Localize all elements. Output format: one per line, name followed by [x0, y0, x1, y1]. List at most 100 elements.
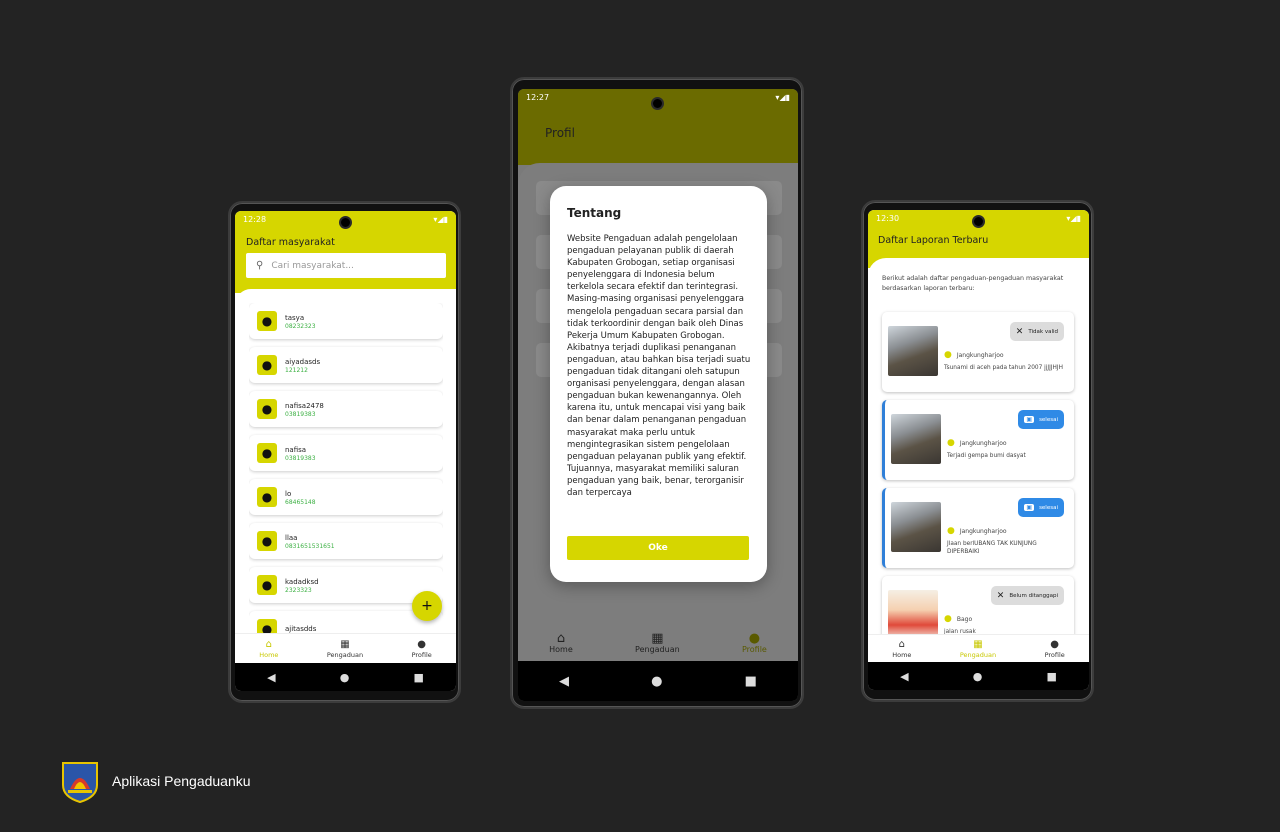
- user-name: nafisa: [285, 445, 307, 454]
- about-dialog: Tentang Website Pengaduan adalah pengelo…: [550, 186, 767, 582]
- list-item[interactable]: ● llaa 0831651531651: [249, 523, 443, 559]
- signal-icon: ▾◢▮: [775, 92, 790, 102]
- nav-profile[interactable]: ● Profile: [741, 630, 767, 654]
- user-avatar-icon: ●: [257, 399, 277, 419]
- location-pin-icon: ●: [944, 614, 952, 624]
- nav-profile-label: Profile: [741, 644, 767, 654]
- dialog-text: Website Pengaduan adalah pengelolaan pen…: [567, 234, 751, 498]
- status-badge: ✕ Tidak valid: [1009, 322, 1064, 341]
- status-badge: ✕ Belum ditanggapi: [990, 586, 1064, 605]
- screen-masyarakat: 12:28 ▾◢▮ Daftar masyarakat ⚲ Cari masya…: [235, 211, 456, 691]
- nav-home[interactable]: ⌂ Home: [259, 639, 278, 659]
- calendar-icon: ▣: [1024, 504, 1035, 511]
- status-label: Tidak valid: [1028, 328, 1058, 335]
- status-badge: ▣ selesai: [1018, 498, 1064, 517]
- report-photo: [888, 590, 938, 634]
- brand-name: Aplikasi Pengaduanku: [112, 773, 251, 789]
- location-label: Bago: [956, 615, 973, 623]
- user-name: nafisa2478: [285, 401, 324, 410]
- bottom-nav: ⌂ Home ▦ Pengaduan ● Profile: [518, 625, 798, 661]
- list-item-text: nafisa2478 03819383: [285, 401, 324, 418]
- location-label: Jangkungharjoo: [959, 439, 1007, 447]
- nav-profile-label: Profile: [411, 650, 432, 659]
- status-label: selesai: [1039, 416, 1058, 423]
- nav-home[interactable]: ⌂ Home: [549, 630, 573, 654]
- user-avatar-icon: ●: [257, 575, 277, 595]
- list-item[interactable]: ● nafisa2478 03819383: [249, 391, 443, 427]
- back-icon[interactable]: ◀: [267, 671, 275, 684]
- phone-profil: 12:27 ▾◢▮ Profil ⌂ Home ▦ Pengaduan ● Profi…: [510, 77, 804, 709]
- nav-profile[interactable]: ● Profile: [1045, 639, 1065, 659]
- home-circle-icon[interactable]: ●: [340, 671, 350, 684]
- user-avatar-icon: ●: [257, 355, 277, 375]
- search-icon: ⚲: [256, 260, 264, 271]
- report-card[interactable]: ▣ selesai ● Jangkungharjoo Terjadi gempa bum…: [882, 400, 1074, 480]
- signal-icon: ▾◢▮: [433, 214, 448, 224]
- location-pin-icon: ●: [947, 526, 955, 536]
- report-location: ● Jangkungharjoo: [944, 350, 1004, 360]
- nav-pengaduan[interactable]: ▦ Pengaduan: [960, 639, 996, 659]
- report-card[interactable]: ✕ Belum ditanggapi ● Bago jalan rusak: [882, 576, 1074, 634]
- home-icon: ⌂: [556, 630, 566, 646]
- grid-icon: ▦: [340, 638, 350, 650]
- nav-home-label: Home: [259, 650, 279, 659]
- user-avatar-icon: ●: [257, 311, 277, 331]
- ok-button[interactable]: Oke: [567, 536, 749, 560]
- home-icon: ⌂: [265, 638, 272, 650]
- nav-profile-label: Profile: [1044, 650, 1065, 659]
- user-phone: 03819383: [285, 454, 316, 462]
- back-icon[interactable]: ◀: [559, 674, 569, 689]
- list-item[interactable]: ● lo 68465148: [249, 479, 443, 515]
- person-icon: ●: [748, 630, 761, 646]
- nav-pengaduan-label: Pengaduan: [635, 644, 680, 654]
- report-desc: Jlaan berlUBANG TAK KUNJUNG DIPERBAIKI: [947, 541, 1037, 555]
- back-icon[interactable]: ◀: [900, 670, 908, 683]
- grid-icon: ▦: [651, 630, 664, 646]
- nav-home-label: Home: [549, 644, 573, 654]
- page-title: Profil: [545, 126, 575, 140]
- person-icon: ●: [417, 638, 427, 650]
- camera-icon: [651, 97, 664, 110]
- report-location: ● Jangkungharjoo: [947, 526, 1007, 536]
- list-item-text: kadadksd 2323323: [285, 577, 319, 594]
- home-icon: ⌂: [898, 638, 905, 650]
- phone-masyarakat: 12:28 ▾◢▮ Daftar masyarakat ⚲ Cari masya…: [228, 201, 461, 703]
- report-card[interactable]: ✕ Tidak valid ● Jangkungharjoo Tsunami di ac…: [882, 312, 1074, 392]
- nav-profile[interactable]: ● Profile: [412, 639, 432, 659]
- add-button[interactable]: +: [412, 591, 442, 621]
- search-input[interactable]: ⚲ Cari masyarakat...: [246, 253, 446, 278]
- system-nav: ◀ ● ■: [235, 663, 456, 691]
- nav-home-label: Home: [892, 650, 912, 659]
- bottom-nav: ⌂ Home ▦ Pengaduan ● Profile: [235, 633, 456, 663]
- brand-logo: [60, 759, 100, 804]
- location-pin-icon: ●: [944, 350, 952, 360]
- status-badge: ▣ selesai: [1018, 410, 1064, 429]
- nav-pengaduan[interactable]: ▦ Pengaduan: [635, 630, 680, 654]
- status-label: selesai: [1039, 504, 1058, 511]
- recents-icon[interactable]: ■: [1047, 670, 1057, 683]
- nav-pengaduan-label: Pengaduan: [959, 650, 997, 659]
- user-phone: 2323323: [285, 586, 312, 594]
- people-list: ● tasya 08232323 ● aiyadasds 121212 ● nafisa247…: [249, 303, 443, 635]
- report-photo: [891, 502, 941, 552]
- search-placeholder: Cari masyarakat...: [271, 260, 354, 271]
- crest-icon: [62, 762, 98, 804]
- recents-icon[interactable]: ■: [745, 674, 757, 689]
- clock: 12:27: [526, 92, 550, 102]
- user-name: llaa: [285, 533, 298, 542]
- recents-icon[interactable]: ■: [414, 671, 424, 684]
- close-icon: ✕: [1015, 326, 1024, 337]
- home-circle-icon[interactable]: ●: [973, 670, 983, 683]
- list-item[interactable]: ● aiyadasds 121212: [249, 347, 443, 383]
- nav-pengaduan[interactable]: ▦ Pengaduan: [327, 639, 363, 659]
- user-phone: 68465148: [285, 498, 316, 506]
- camera-icon: [339, 216, 352, 229]
- list-item[interactable]: ● nafisa 03819383: [249, 435, 443, 471]
- nav-home[interactable]: ⌂ Home: [892, 639, 911, 659]
- home-circle-icon[interactable]: ●: [651, 674, 662, 689]
- phone-laporan: 12:30 ▾◢▮ Daftar Laporan Terbaru Berikut…: [861, 200, 1094, 702]
- report-card[interactable]: ▣ selesai ● Jangkungharjoo Jlaan berlUBANG T…: [882, 488, 1074, 568]
- calendar-icon: ▣: [1024, 416, 1035, 423]
- list-item[interactable]: ● tasya 08232323: [249, 303, 443, 339]
- location-pin-icon: ●: [947, 438, 955, 448]
